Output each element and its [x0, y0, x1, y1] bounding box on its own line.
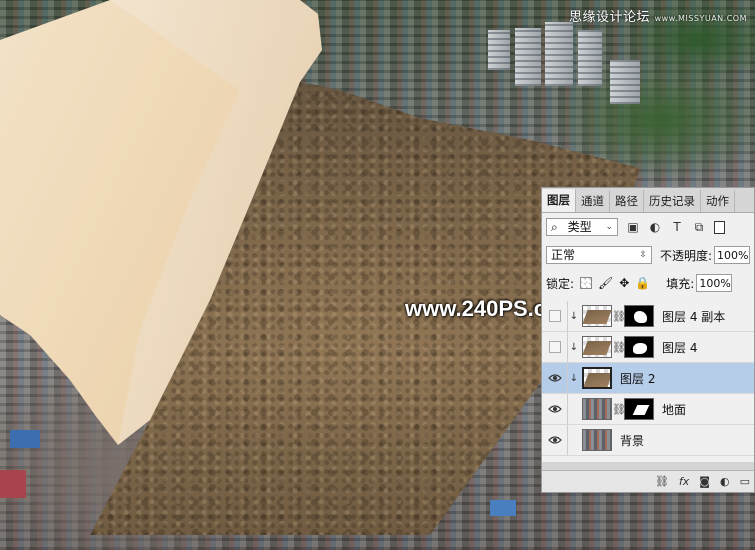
adjustment-icon[interactable]: ◐ [720, 475, 730, 488]
clip-arrow-icon: ↓ [569, 310, 579, 322]
blend-mode-select[interactable]: 正常 ⇳ [546, 246, 652, 264]
smart-object-filter-icon[interactable] [714, 220, 725, 234]
layer-name: 地面 [662, 402, 687, 417]
blend-row: 正常 ⇳ 不透明度: 100% [542, 241, 754, 269]
visibility-toggle[interactable] [542, 363, 568, 393]
image-filter-icon[interactable]: ▣ [626, 220, 640, 234]
tab-actions[interactable]: 动作 [701, 190, 735, 212]
layer-row[interactable]: ↓ 图层 2 [542, 363, 754, 394]
layer-thumbnail [582, 429, 612, 451]
layer-mask-thumbnail[interactable] [624, 305, 654, 327]
chain-link-icon[interactable]: ⛓ [612, 310, 626, 323]
building [488, 30, 510, 70]
visibility-toggle[interactable] [542, 301, 568, 331]
fill-input[interactable]: 100% [696, 274, 733, 292]
filter-kind-select[interactable]: ⌕ 类型 ⌄ [546, 218, 618, 236]
visibility-toggle[interactable] [542, 332, 568, 362]
clip-arrow-icon: ↓ [569, 372, 579, 384]
panel-tabs: 图层 通道 路径 历史记录 动作 [542, 188, 754, 213]
link-icon[interactable]: ⛓ [655, 475, 669, 488]
tab-layers[interactable]: 图层 [542, 189, 576, 212]
visibility-toggle[interactable] [542, 425, 568, 455]
layer-thumbnail [582, 305, 612, 327]
lock-label: 锁定: [546, 276, 575, 291]
building [610, 60, 640, 104]
layer-mask-thumbnail[interactable] [624, 398, 654, 420]
search-icon: ⌕ [551, 220, 558, 234]
chain-link-icon[interactable]: ⛓ [612, 403, 626, 416]
layer-name: 图层 4 副本 [662, 309, 726, 324]
lock-row: 锁定: 🖌 ✥ 🔒 填充: 100% [542, 269, 754, 297]
eye-icon [547, 374, 562, 382]
eye-icon [547, 436, 562, 444]
panel-footer: ⛓ fx ◙ ◐ ▭ [542, 470, 754, 492]
tab-channels[interactable]: 通道 [576, 190, 610, 212]
layer-thumbnail [582, 336, 612, 358]
opacity-label: 不透明度: [659, 248, 712, 263]
clip-arrow-icon: ↓ [569, 341, 579, 353]
eye-icon [547, 405, 562, 413]
type-filter-icon[interactable]: T [670, 220, 684, 234]
tab-paths[interactable]: 路径 [610, 190, 644, 212]
building [515, 28, 541, 86]
fx-icon[interactable]: fx [679, 475, 689, 488]
layer-name: 图层 4 [662, 340, 698, 355]
visibility-toggle[interactable] [542, 394, 568, 424]
blue-roof [10, 430, 40, 448]
layer-row[interactable]: ↓ ⛓ 图层 4 副本 [542, 301, 754, 332]
hidden-box-icon [548, 341, 561, 353]
lock-move-icon[interactable]: ✥ [619, 276, 629, 290]
opacity-input[interactable]: 100% [714, 246, 750, 264]
tab-history[interactable]: 历史记录 [644, 190, 701, 212]
fill-label: 填充: [666, 276, 695, 291]
group-icon[interactable]: ▭ [740, 475, 750, 488]
building [578, 30, 602, 86]
chain-link-icon[interactable]: ⛓ [612, 341, 626, 354]
filter-kind-label: 类型 [567, 220, 592, 234]
layer-row[interactable]: ↓ ⛓ 图层 4 [542, 332, 754, 363]
chevron-down-icon: ⌄ [605, 222, 613, 232]
layer-thumbnail [582, 367, 612, 389]
shape-filter-icon[interactable]: ⧉ [692, 220, 706, 234]
layer-name: 背景 [620, 433, 645, 448]
blend-mode-value: 正常 [551, 248, 576, 262]
lock-brush-icon[interactable]: 🖌 [598, 276, 613, 290]
add-mask-icon[interactable]: ◙ [699, 475, 710, 488]
layer-row[interactable]: ⛓ 地面 [542, 394, 754, 425]
adjustment-filter-icon[interactable]: ◐ [648, 220, 662, 234]
red-roof [0, 470, 26, 498]
lock-transparent-icon[interactable] [580, 277, 593, 289]
watermark-top: 思缘设计论坛 www.MISSYUAN.COM [568, 10, 747, 25]
layers-list: ↓ ⛓ 图层 4 副本 ↓ ⛓ 图层 4 ↓ 图层 2 ⛓ 地面 背景 [542, 301, 754, 456]
layer-row[interactable]: 背景 [542, 425, 754, 456]
layer-name: 图层 2 [620, 371, 656, 386]
filter-row: ⌕ 类型 ⌄ ▣ ◐ T ⧉ [542, 213, 754, 241]
updown-icon: ⇳ [639, 250, 647, 260]
hidden-box-icon [548, 310, 561, 322]
building [545, 22, 573, 86]
layers-panel: 图层 通道 路径 历史记录 动作 ⌕ 类型 ⌄ ▣ ◐ T ⧉ 正常 ⇳ 不透明… [541, 187, 755, 493]
layer-mask-thumbnail[interactable] [624, 336, 654, 358]
layer-thumbnail [582, 398, 612, 420]
blue-roof [490, 500, 516, 516]
panel-scrollbar[interactable] [542, 462, 754, 470]
lock-all-icon[interactable]: 🔒 [635, 276, 650, 290]
